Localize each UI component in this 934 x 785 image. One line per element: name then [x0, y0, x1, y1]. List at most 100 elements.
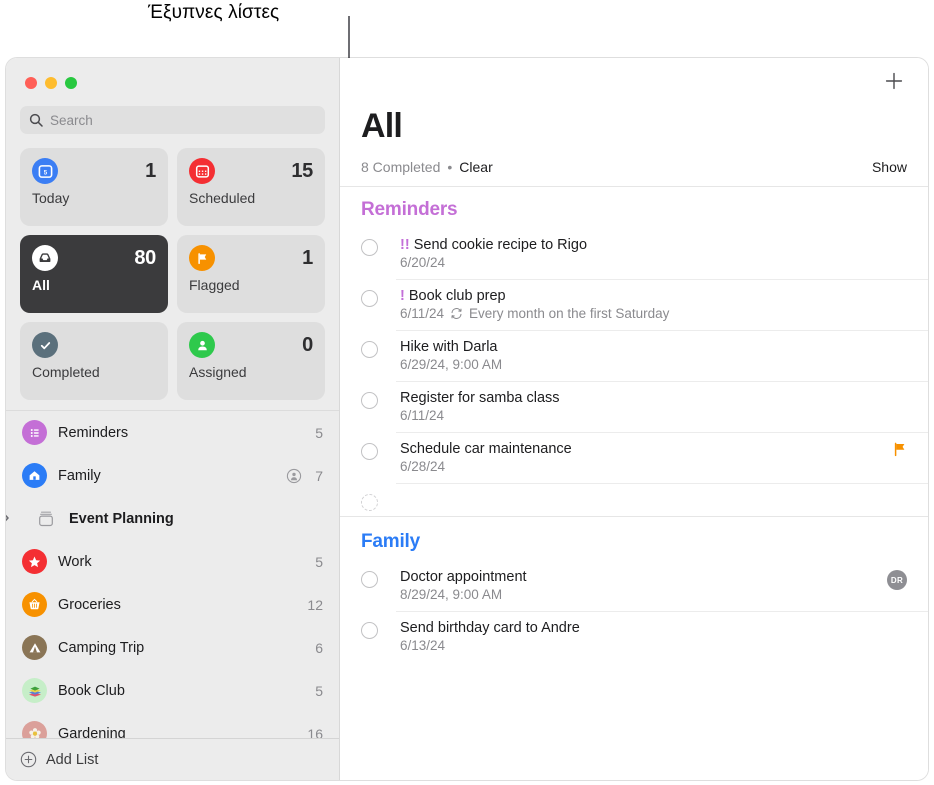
- reminder-date: 6/11/24: [400, 408, 444, 423]
- repeat-icon: [450, 307, 463, 320]
- complete-checkbox[interactable]: [361, 341, 378, 358]
- completed-count: 8 Completed: [361, 159, 440, 175]
- books-emoji-icon: [22, 678, 47, 703]
- reminder-row[interactable]: Send birthday card to Andre 6/13/24: [340, 611, 928, 662]
- show-button[interactable]: Show: [872, 159, 907, 175]
- shared-list-icon: [286, 468, 302, 484]
- sidebar-item-label: Work: [58, 554, 304, 570]
- sidebar-item-camping-trip[interactable]: Camping Trip 6: [6, 626, 339, 669]
- completed-toolbar: 8 Completed • Clear Show: [340, 146, 928, 187]
- sidebar-item-label: Gardening: [58, 726, 296, 739]
- sidebar-item-count: 7: [315, 468, 323, 484]
- smart-list-today[interactable]: 5 1 Today: [20, 148, 168, 226]
- reminder-title: Register for samba class: [400, 390, 560, 406]
- custom-lists[interactable]: Reminders 5 Family: [6, 410, 339, 738]
- new-reminder-row[interactable]: [340, 483, 928, 516]
- sidebar-item-count: 5: [315, 683, 323, 699]
- smart-lists-grid: 5 1 Today: [6, 134, 339, 410]
- smart-list-assigned[interactable]: 0 Assigned: [177, 322, 325, 400]
- search-placeholder: Search: [50, 113, 93, 128]
- star-icon: [22, 549, 47, 574]
- search-icon: [29, 113, 43, 127]
- inbox-tray-icon: [32, 245, 58, 271]
- calendar-icon: [189, 158, 215, 184]
- svg-text:5: 5: [43, 169, 47, 176]
- complete-checkbox[interactable]: [361, 290, 378, 307]
- sidebar-item-label: Groceries: [58, 597, 296, 613]
- clear-button[interactable]: Clear: [459, 159, 492, 175]
- sidebar-item-count: 5: [315, 554, 323, 570]
- reminder-title-row: Hike with Darla: [400, 339, 907, 355]
- zoom-button[interactable]: [65, 77, 77, 89]
- smart-list-count: 0: [302, 334, 313, 357]
- reminder-title-row: Schedule car maintenance: [400, 441, 893, 457]
- reminder-row[interactable]: Doctor appointment 8/29/24, 9:00 AM DR: [340, 560, 928, 611]
- smart-list-label: All: [32, 277, 156, 293]
- sidebar-item-reminders[interactable]: Reminders 5: [6, 411, 339, 454]
- chevron-right-icon[interactable]: [6, 512, 16, 526]
- sidebar-item-groceries[interactable]: Groceries 12: [6, 583, 339, 626]
- smart-list-completed[interactable]: Completed: [20, 322, 168, 400]
- sidebar: Search 5 1 Today: [6, 58, 340, 780]
- person-icon: [189, 332, 215, 358]
- sidebar-item-label: Reminders: [58, 425, 304, 441]
- flower-emoji-icon: [22, 721, 47, 738]
- sidebar-item-count: 16: [307, 726, 323, 739]
- reminder-date: 6/20/24: [400, 255, 445, 270]
- reminder-title-row: !! Send cookie recipe to Rigo: [400, 237, 907, 253]
- calendar-today-icon: 5: [32, 158, 58, 184]
- complete-checkbox[interactable]: [361, 443, 378, 460]
- main-toolbar: [340, 58, 928, 104]
- reminder-row[interactable]: ! Book club prep 6/11/24 Every month on …: [340, 279, 928, 330]
- add-reminder-button[interactable]: [881, 68, 907, 94]
- complete-checkbox[interactable]: [361, 622, 378, 639]
- sidebar-item-count: 12: [307, 597, 323, 613]
- complete-checkbox[interactable]: [361, 392, 378, 409]
- smart-list-flagged[interactable]: 1 Flagged: [177, 235, 325, 313]
- smart-list-label: Today: [32, 190, 156, 206]
- reminder-row[interactable]: !! Send cookie recipe to Rigo 6/20/24: [340, 228, 928, 279]
- main-content: All 8 Completed • Clear Show Reminders !…: [340, 58, 928, 780]
- close-button[interactable]: [25, 77, 37, 89]
- reminder-title: Send birthday card to Andre: [400, 620, 580, 636]
- list-bullet-icon: [22, 420, 47, 445]
- add-list-button[interactable]: Add List: [6, 738, 339, 780]
- section-header-family: Family: [340, 516, 928, 560]
- search-input[interactable]: Search: [20, 106, 325, 134]
- minimize-button[interactable]: [45, 77, 57, 89]
- house-icon: [22, 463, 47, 488]
- flag-icon: [189, 245, 215, 271]
- reminder-date: 8/29/24, 9:00 AM: [400, 587, 502, 602]
- search-container: Search: [6, 98, 339, 134]
- smart-list-label: Assigned: [189, 364, 313, 380]
- smart-list-scheduled[interactable]: 15 Scheduled: [177, 148, 325, 226]
- add-list-label: Add List: [46, 752, 98, 768]
- reminder-title-row: Register for samba class: [400, 390, 907, 406]
- sidebar-item-event-planning[interactable]: Event Planning: [6, 497, 339, 540]
- plus-circle-icon: [20, 751, 37, 768]
- flag-badge-icon: [893, 442, 907, 457]
- reminder-title: Book club prep: [409, 288, 506, 304]
- reminder-row[interactable]: Schedule car maintenance 6/28/24: [340, 432, 928, 483]
- smart-list-count: 1: [302, 247, 313, 270]
- assignee-avatar[interactable]: DR: [887, 570, 907, 590]
- complete-checkbox[interactable]: [361, 571, 378, 588]
- reminder-row[interactable]: Register for samba class 6/11/24: [340, 381, 928, 432]
- reminder-title: Send cookie recipe to Rigo: [414, 237, 587, 253]
- sidebar-item-gardening[interactable]: Gardening 16: [6, 712, 339, 738]
- reminders-scroll-area[interactable]: Reminders !! Send cookie recipe to Rigo …: [340, 187, 928, 780]
- reminder-repeat: Every month on the first Saturday: [469, 306, 669, 321]
- smart-list-all[interactable]: 80 All: [20, 235, 168, 313]
- group-folder-icon: [33, 506, 58, 531]
- new-reminder-checkbox[interactable]: [361, 494, 378, 511]
- complete-checkbox[interactable]: [361, 239, 378, 256]
- sidebar-item-work[interactable]: Work 5: [6, 540, 339, 583]
- smart-list-count: 80: [134, 247, 156, 270]
- reminder-row[interactable]: Hike with Darla 6/29/24, 9:00 AM: [340, 330, 928, 381]
- sidebar-item-family[interactable]: Family 7: [6, 454, 339, 497]
- sidebar-item-book-club[interactable]: Book Club 5: [6, 669, 339, 712]
- smart-list-count: 1: [145, 160, 156, 183]
- screenshot-root: Έξυπνες λίστες Search: [0, 0, 934, 785]
- reminder-date: 6/11/24: [400, 306, 444, 321]
- reminder-title-row: Send birthday card to Andre: [400, 620, 907, 636]
